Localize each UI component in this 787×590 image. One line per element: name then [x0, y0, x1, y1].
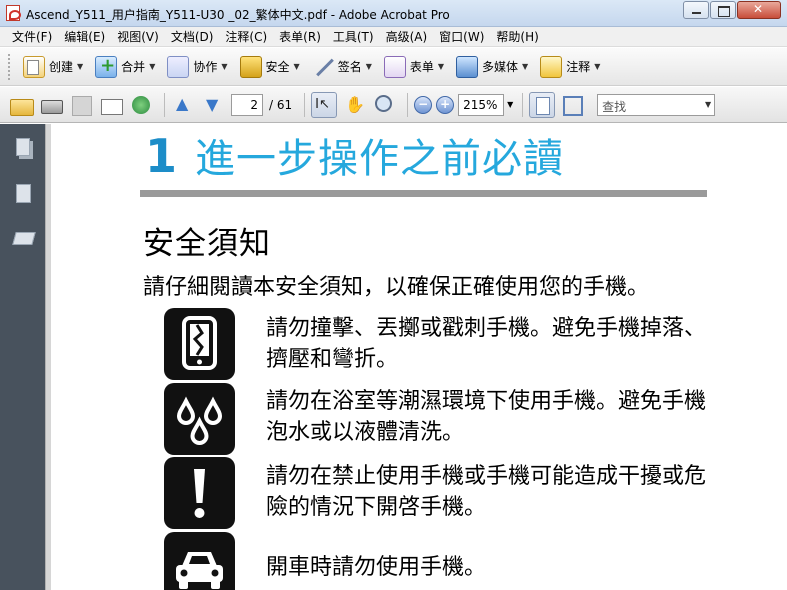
chapter-rule [140, 190, 707, 197]
chevron-down-icon: ▼ [437, 62, 445, 71]
chevron-down-icon: ▼ [77, 62, 84, 71]
comment-label: 注释 [566, 60, 591, 74]
search-input[interactable]: 查找 ▼ [597, 93, 716, 116]
chevron-down-icon: ▼ [293, 62, 300, 71]
form-icon [383, 55, 406, 78]
hand-tool-icon[interactable] [341, 92, 367, 118]
chapter-number: 1 [145, 129, 178, 183]
document-view[interactable]: 1 進一步操作之前必讀 安全須知 請仔細閱讀本安全須知，以確保正確使用您的手機。… [51, 124, 787, 590]
combine-files-icon [95, 55, 118, 78]
comment-button[interactable]: 注释 ▼ [535, 53, 605, 81]
navigation-toolbar: 2 / 61 215% ▼ 查找 ▼ [0, 87, 787, 123]
toolbar-separator [522, 92, 524, 117]
menu-help[interactable]: 帮助(H) [490, 28, 544, 45]
pdf-file-icon [6, 5, 21, 21]
safety-item-text: 請勿在禁止使用手機或手機可能造成干擾或危險的情況下開啓手機。 [266, 464, 707, 520]
forms-label: 表单 [409, 60, 434, 74]
menu-window[interactable]: 窗口(W) [433, 28, 490, 45]
multimedia-label: 多媒体 [482, 60, 519, 74]
email-icon[interactable] [98, 92, 124, 118]
toolbar-separator [164, 92, 165, 117]
intro-text: 請仔細閱讀本安全須知，以確保正確使用您的手機。 [143, 275, 650, 300]
fit-width-icon[interactable] [529, 91, 556, 118]
zoom-in-icon[interactable] [436, 95, 455, 114]
comment-bubble-icon [540, 55, 563, 78]
printer-icon[interactable] [38, 92, 64, 118]
menu-advanced[interactable]: 高级(A) [380, 28, 434, 45]
secure-label: 安全 [265, 60, 290, 74]
create-label: 创建 [49, 60, 74, 74]
secure-button[interactable]: 安全 ▼ [235, 53, 305, 81]
menu-tools[interactable]: 工具(T) [327, 28, 380, 45]
page-number-input[interactable]: 2 [231, 93, 263, 116]
menu-forms[interactable]: 表单(R) [273, 28, 327, 45]
section-heading: 安全須知 [143, 226, 271, 262]
search-placeholder: 查找 [602, 99, 627, 114]
multimedia-icon [456, 55, 479, 78]
combine-button[interactable]: 合并 ▼ [90, 53, 160, 81]
menu-comments[interactable]: 注释(C) [219, 28, 273, 45]
close-button[interactable] [737, 1, 781, 19]
pages-panel-icon[interactable] [14, 138, 32, 158]
safety-item-text: 開車時請勿使用手機。 [266, 555, 487, 580]
maximize-button[interactable] [710, 1, 736, 19]
combine-label: 合并 [121, 60, 146, 74]
pen-icon [312, 56, 334, 78]
window-controls [683, 1, 781, 19]
navigation-pane [0, 124, 45, 590]
select-text-icon[interactable] [311, 91, 338, 118]
chevron-down-icon: ▼ [365, 62, 372, 71]
collaborate-icon [167, 55, 190, 78]
open-folder-icon[interactable] [8, 92, 34, 118]
chevron-down-icon[interactable]: ▼ [705, 100, 711, 109]
bookmarks-panel-icon[interactable] [14, 184, 32, 204]
chevron-down-icon: ▼ [221, 62, 228, 71]
save-disk-icon[interactable] [68, 92, 94, 118]
tasks-toolbar: 创建 ▼ 合并 ▼ 协作 ▼ 安全 ▼ 签名 ▼ 表单 ▼ 多媒体 ▼ 注释 ▼ [0, 48, 787, 86]
previous-page-icon[interactable] [171, 92, 197, 118]
title-bar: Ascend_Y511_用户指南_Y511-U30 _02_繁体中文.pdf -… [0, 0, 787, 27]
menu-document[interactable]: 文档(D) [165, 28, 220, 45]
zoom-out-icon[interactable] [414, 95, 433, 114]
safety-item-text: 請勿撞擊、丟擲或戳刺手機。避免手機掉落、擠壓和彎折。 [266, 316, 707, 372]
full-screen-icon[interactable] [559, 92, 585, 118]
chevron-down-icon: ▼ [149, 62, 156, 71]
car-icon [164, 532, 235, 590]
signatures-panel-icon[interactable] [14, 228, 32, 248]
menu-view[interactable]: 视图(V) [111, 28, 165, 45]
upload-globe-icon[interactable] [128, 92, 154, 118]
collaborate-button[interactable]: 协作 ▼ [162, 53, 232, 81]
window-title: Ascend_Y511_用户指南_Y511-U30 _02_繁体中文.pdf -… [26, 8, 450, 22]
zoom-dropdown-icon[interactable]: ▼ [504, 94, 516, 116]
page-total: / 61 [269, 97, 293, 112]
exclamation-icon [164, 457, 235, 529]
chevron-down-icon: ▼ [522, 62, 529, 71]
water-drops-icon [164, 383, 235, 455]
collaborate-label: 协作 [193, 60, 218, 74]
menu-bar: 文件(F) 编辑(E) 视图(V) 文档(D) 注释(C) 表单(R) 工具(T… [0, 27, 787, 47]
multimedia-button[interactable]: 多媒体 ▼ [451, 53, 533, 81]
lock-icon [239, 55, 262, 78]
zoom-level-input[interactable]: 215% [458, 93, 505, 116]
cracked-phone-icon [164, 308, 235, 380]
chapter-title: 進一步操作之前必讀 [195, 136, 565, 182]
minimize-button[interactable] [683, 1, 709, 19]
toolbar-grip[interactable] [8, 53, 12, 80]
next-page-icon[interactable] [201, 92, 227, 118]
create-pdf-icon [23, 55, 45, 78]
marquee-zoom-icon[interactable] [371, 92, 397, 118]
chapter-heading: 1 進一步操作之前必讀 [145, 126, 565, 183]
toolbar-separator [407, 92, 409, 117]
sign-label: 签名 [337, 60, 362, 74]
toolbar-separator [304, 92, 306, 117]
chevron-down-icon: ▼ [594, 62, 601, 71]
menu-file[interactable]: 文件(F) [6, 28, 58, 45]
create-button[interactable]: 创建 ▼ [18, 53, 88, 81]
safety-item-text: 請勿在浴室等潮濕環境下使用手機。避免手機泡水或以液體清洗。 [266, 389, 707, 445]
menu-edit[interactable]: 编辑(E) [58, 28, 111, 45]
forms-button[interactable]: 表单 ▼ [379, 53, 449, 81]
sign-button[interactable]: 签名 ▼ [307, 53, 377, 81]
